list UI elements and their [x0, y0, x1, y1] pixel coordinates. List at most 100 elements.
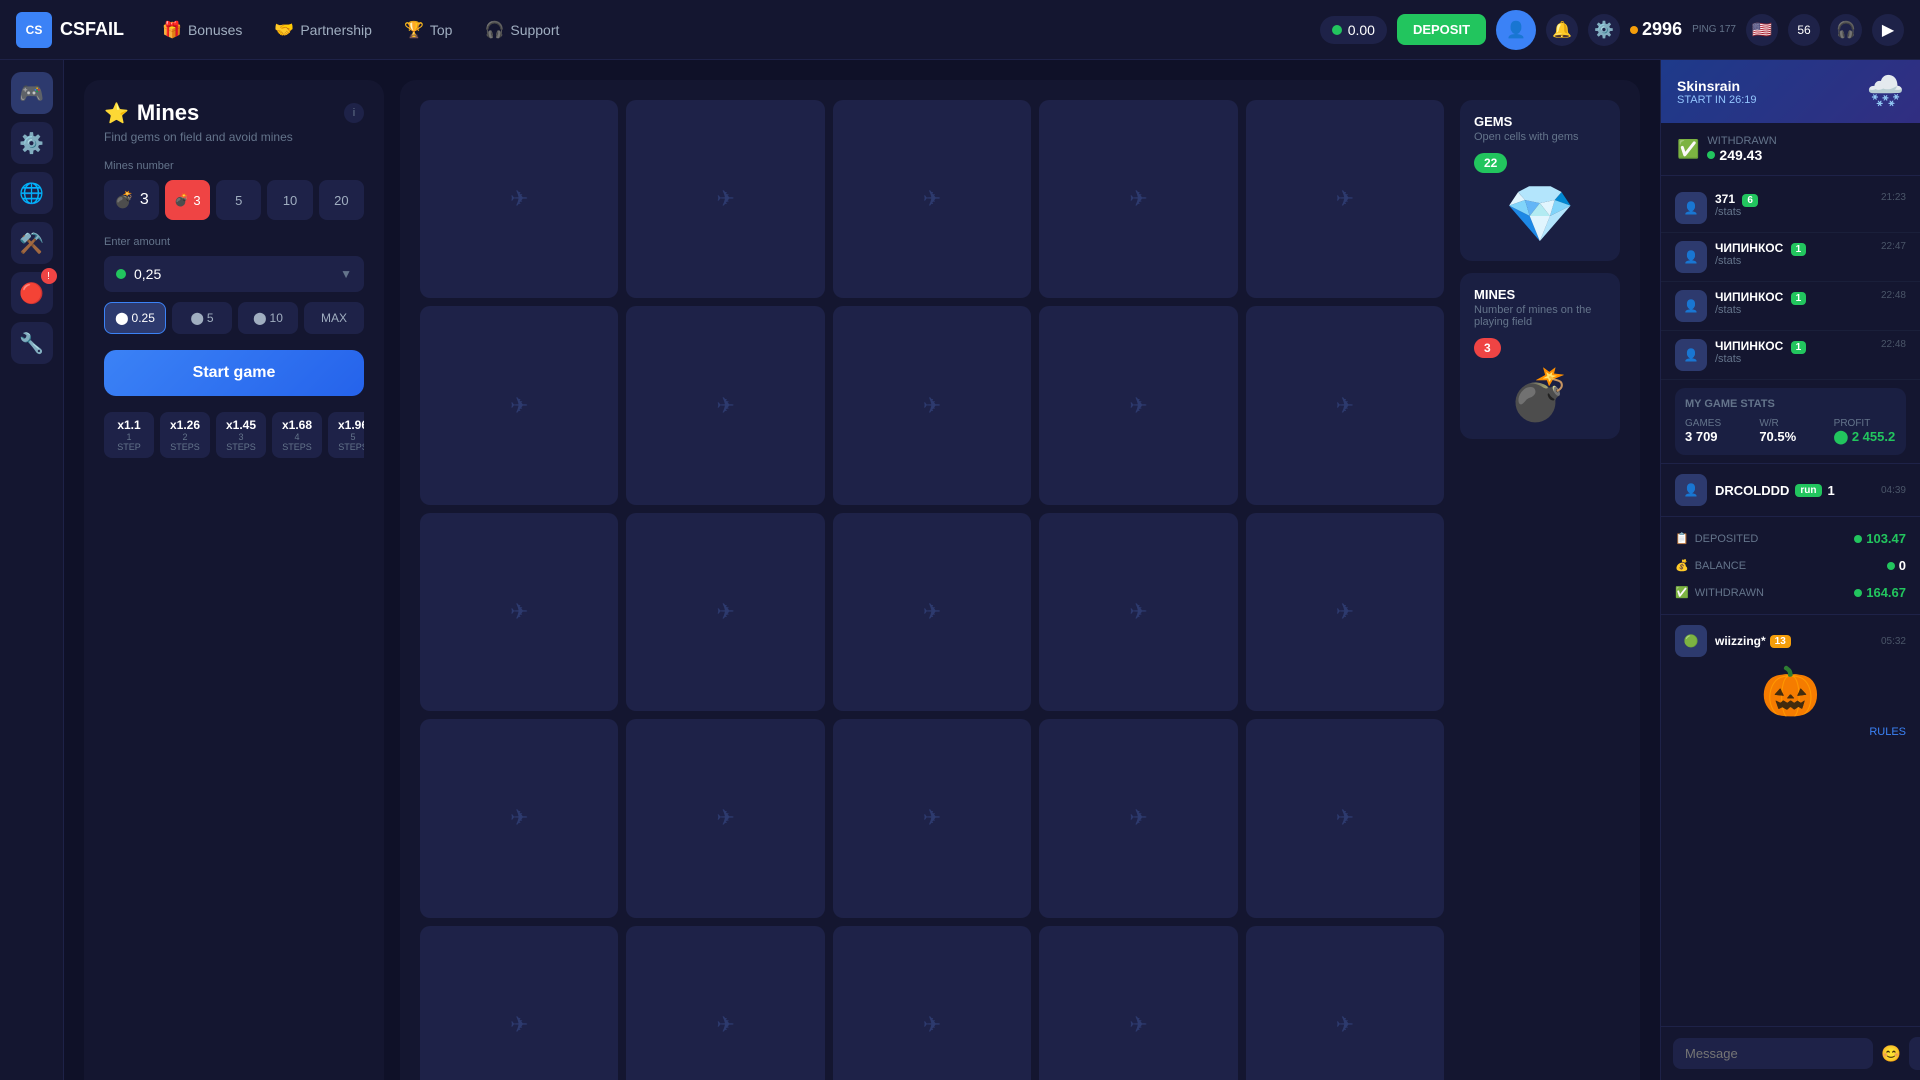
drcolddd-avatar: 👤 — [1675, 474, 1707, 506]
withdrawn-dep-value: 164.67 — [1854, 585, 1906, 600]
gems-badge: 22 — [1474, 153, 1507, 173]
drcolddd-user-block: 👤 DRCOLDDD run 1 04:39 — [1661, 463, 1920, 517]
withdrawn-row: ✅ WITHDRAWN 164.67 — [1675, 579, 1906, 606]
game-grid-container: ✈ ✈ ✈ ✈ ✈ ✈ ✈ ✈ ✈ ✈ ✈ ✈ ✈ ✈ ✈ ✈ ✈ — [400, 80, 1640, 1080]
deposited-value: 103.47 — [1854, 531, 1906, 546]
wiizzing-emoji: 🎃 — [1675, 663, 1906, 720]
mult-3: x1.45 3 STEPS — [216, 412, 266, 458]
chat-time-chip3: 22:48 — [1881, 339, 1906, 350]
send-button[interactable]: ➤ — [1909, 1037, 1920, 1070]
nav-partnership-label: Partnership — [300, 22, 372, 38]
deposit-button[interactable]: DEPOSIT — [1397, 14, 1486, 45]
mines-info-button[interactable]: i — [344, 103, 364, 123]
sidebar-alert-icon[interactable]: 🔴 ! — [11, 272, 53, 314]
grid-cell-11[interactable]: ✈ — [420, 513, 618, 711]
balance-value-display: 0 — [1887, 558, 1906, 573]
chat-item-chip3: 👤 ЧИПИНКОС 1 /stats 22:48 — [1661, 331, 1920, 380]
grid-cell-2[interactable]: ✈ — [626, 100, 824, 298]
grid-cell-22[interactable]: ✈ — [626, 926, 824, 1080]
amount-currency-dot — [116, 269, 126, 279]
mines-20-btn[interactable]: 20 — [319, 180, 364, 220]
grid-cell-25[interactable]: ✈ — [1246, 926, 1444, 1080]
profit-label: PROFIT — [1834, 418, 1896, 429]
info-panels: GEMS Open cells with gems 22 💎 MINES Num… — [1460, 100, 1620, 1080]
grid-cell-8[interactable]: ✈ — [833, 306, 1031, 504]
chat-content-chip1: ЧИПИНКОС 1 /stats — [1715, 241, 1873, 267]
nav-bonuses[interactable]: 🎁 Bonuses — [148, 14, 256, 46]
start-game-button[interactable]: Start game — [104, 350, 364, 396]
message-input[interactable] — [1673, 1038, 1873, 1069]
grid-cell-3[interactable]: ✈ — [833, 100, 1031, 298]
grid-cell-24[interactable]: ✈ — [1039, 926, 1237, 1080]
enter-amount-label: Enter amount — [104, 236, 364, 248]
sidebar-settings-icon[interactable]: ⚙️ — [11, 122, 53, 164]
quick-025-btn[interactable]: ⬤ 0.25 — [104, 302, 166, 334]
nav-right: 0.00 DEPOSIT 👤 🔔 ⚙️ 2996 PING 177 🇺🇸 56 … — [1320, 10, 1904, 50]
deposited-block: 📋 DEPOSITED 103.47 💰 BALANCE 0 — [1661, 517, 1920, 614]
grid-cell-4[interactable]: ✈ — [1039, 100, 1237, 298]
emoji-button[interactable]: 😊 — [1881, 1044, 1901, 1064]
grid-cell-9[interactable]: ✈ — [1039, 306, 1237, 504]
grid-cell-14[interactable]: ✈ — [1039, 513, 1237, 711]
stat-profit: PROFIT ⬤ 2 455.2 — [1834, 418, 1896, 445]
amount-input-row[interactable]: 0,25 ▼ — [104, 256, 364, 292]
grid-cell-10[interactable]: ✈ — [1246, 306, 1444, 504]
chat-subtext-chip1: /stats — [1715, 255, 1873, 267]
sidebar-tools-icon[interactable]: ⚒️ — [11, 222, 53, 264]
grid-cell-23[interactable]: ✈ — [833, 926, 1031, 1080]
wiizzing-name: wiizzing* 13 — [1715, 634, 1791, 648]
nav-support[interactable]: 🎧 Support — [470, 14, 573, 46]
grid-cell-19[interactable]: ✈ — [1039, 719, 1237, 917]
drcolddd-time: 04:39 — [1881, 485, 1906, 496]
sidebar-extra-icon[interactable]: 🔧 — [11, 322, 53, 364]
logo[interactable]: CS CSFAIL — [16, 12, 124, 48]
stats-row: GAMES 3 709 W/R 70.5% PROFIT ⬤ 2 455.2 — [1685, 418, 1896, 445]
mines-title: Mines — [137, 100, 199, 126]
mult-5: x1.96 5 STEPS — [328, 412, 364, 458]
balance-display: 0.00 — [1320, 16, 1387, 44]
multiplier-row: x1.1 1 STEP x1.26 2 STEPS x1.45 3 STEPS … — [104, 412, 364, 458]
nav-partnership[interactable]: 🤝 Partnership — [260, 14, 386, 46]
mines-number-input[interactable]: 💣 3 — [104, 180, 159, 220]
expand-icon[interactable]: ▶ — [1872, 14, 1904, 46]
grid-cell-16[interactable]: ✈ — [420, 719, 618, 917]
grid-cell-21[interactable]: ✈ — [420, 926, 618, 1080]
mines-10-btn[interactable]: 10 — [267, 180, 312, 220]
quick-max-btn[interactable]: MAX — [304, 302, 364, 334]
withdrawn-icon: ✅ — [1677, 139, 1699, 160]
games-value: 3 709 — [1685, 429, 1747, 444]
sidebar-globe-icon[interactable]: 🌐 — [11, 172, 53, 214]
grid-cell-12[interactable]: ✈ — [626, 513, 824, 711]
grid-cell-17[interactable]: ✈ — [626, 719, 824, 917]
grid-cell-6[interactable]: ✈ — [420, 306, 618, 504]
notifications-button[interactable]: 🔔 — [1546, 14, 1578, 46]
chat-content-chip2: ЧИПИНКОС 1 /stats — [1715, 290, 1873, 316]
wiizzing-time: 05:32 — [1881, 636, 1906, 647]
user-avatar[interactable]: 👤 — [1496, 10, 1536, 50]
sidebar-badge: ! — [41, 268, 57, 284]
wr-value: 70.5% — [1759, 429, 1821, 444]
grid-cell-1[interactable]: ✈ — [420, 100, 618, 298]
mines-5-btn[interactable]: 5 — [216, 180, 261, 220]
mines-3-btn[interactable]: 💣 3 — [165, 180, 210, 220]
quick-10-btn[interactable]: ⬤ 10 — [238, 302, 298, 334]
gems-title: GEMS — [1474, 114, 1606, 129]
sidebar-game-icon[interactable]: 🎮 — [11, 72, 53, 114]
mines-header: ⭐ Mines i — [104, 100, 364, 126]
grid-cell-7[interactable]: ✈ — [626, 306, 824, 504]
grid-cell-5[interactable]: ✈ — [1246, 100, 1444, 298]
skinsrain-banner: Skinsrain START IN 26:19 🌨️ — [1661, 60, 1920, 123]
grid-cell-18[interactable]: ✈ — [833, 719, 1031, 917]
quick-5-btn[interactable]: ⬤ 5 — [172, 302, 232, 334]
grid-cell-20[interactable]: ✈ — [1246, 719, 1444, 917]
chat-name-chip3: ЧИПИНКОС 1 — [1715, 339, 1873, 353]
deposited-label: 📋 DEPOSITED — [1675, 532, 1758, 545]
drcolddd-name: DRCOLDDD run 1 — [1715, 483, 1835, 498]
grid-cell-13[interactable]: ✈ — [833, 513, 1031, 711]
grid-cell-15[interactable]: ✈ — [1246, 513, 1444, 711]
settings-button[interactable]: ⚙️ — [1588, 14, 1620, 46]
rules-link[interactable]: RULES — [1675, 726, 1906, 738]
mines-number-label: Mines number — [104, 160, 364, 172]
nav-top[interactable]: 🏆 Top — [390, 14, 467, 46]
gems-info-card: GEMS Open cells with gems 22 💎 — [1460, 100, 1620, 261]
